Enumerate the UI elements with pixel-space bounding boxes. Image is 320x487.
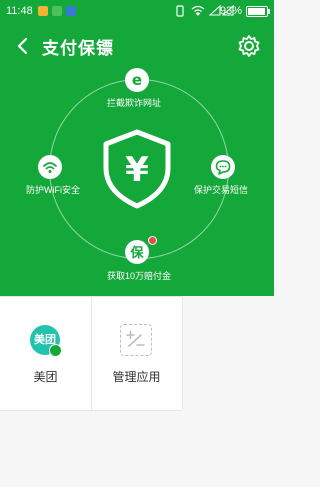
battery-percent: 93% bbox=[219, 5, 242, 17]
fraud-url-node[interactable]: e bbox=[125, 68, 149, 92]
compensation-node[interactable]: 保 bbox=[125, 240, 149, 264]
wifi-status-icon bbox=[191, 5, 205, 16]
app-grid: 美团 美团 管理应用 bbox=[0, 296, 183, 411]
wifi-icon bbox=[43, 162, 57, 173]
insurance-icon: 保 bbox=[129, 245, 144, 261]
new-badge-dot bbox=[148, 236, 157, 245]
header: 支付保镖 bbox=[0, 26, 274, 66]
meituan-app-icon: 美团 bbox=[30, 325, 62, 357]
svg-text:保: 保 bbox=[129, 245, 144, 261]
app-tile-label: 美团 bbox=[33, 370, 58, 384]
page-title: 支付保镖 bbox=[42, 39, 114, 59]
svg-text:e: e bbox=[132, 71, 142, 89]
notification-icon bbox=[66, 6, 76, 16]
wifi-protect-node[interactable] bbox=[38, 155, 62, 179]
fraud-url-label: 拦截欺诈网址 bbox=[107, 98, 162, 108]
battery-fill bbox=[248, 8, 265, 15]
manage-apps-icon bbox=[120, 324, 152, 356]
plus-minus-icon bbox=[126, 330, 145, 347]
back-arrow-icon[interactable] bbox=[12, 34, 36, 58]
battery-icon bbox=[246, 6, 270, 17]
gear-icon[interactable] bbox=[236, 33, 262, 59]
status-time: 11:48 bbox=[6, 5, 33, 17]
app-tile-label: 管理应用 bbox=[112, 370, 161, 384]
yuan-symbol: ¥ bbox=[125, 150, 149, 190]
wifi-protect-label: 防护WiFi安全 bbox=[26, 185, 80, 195]
shield-icon: ¥ bbox=[103, 129, 171, 209]
notification-icon bbox=[38, 6, 48, 16]
notification-icon bbox=[52, 6, 62, 16]
protected-badge bbox=[49, 344, 62, 357]
browser-e-icon: e bbox=[132, 71, 142, 89]
sms-protect-node[interactable] bbox=[211, 155, 235, 179]
sms-protect-label: 保护交易短信 bbox=[194, 185, 249, 195]
screen: 11:48 93% 支付保镖 ¥ e 拦截欺诈网址 防护WiFi安全 保护交易短… bbox=[0, 0, 274, 487]
status-bar: 11:48 93% bbox=[0, 0, 274, 22]
app-tile-meituan[interactable]: 美团 美团 bbox=[0, 297, 92, 410]
manage-apps-tile[interactable]: 管理应用 bbox=[91, 297, 183, 410]
sms-icon bbox=[215, 160, 231, 175]
compensation-label: 获取10万赔付金 bbox=[107, 271, 172, 281]
vibrate-icon bbox=[176, 5, 184, 17]
